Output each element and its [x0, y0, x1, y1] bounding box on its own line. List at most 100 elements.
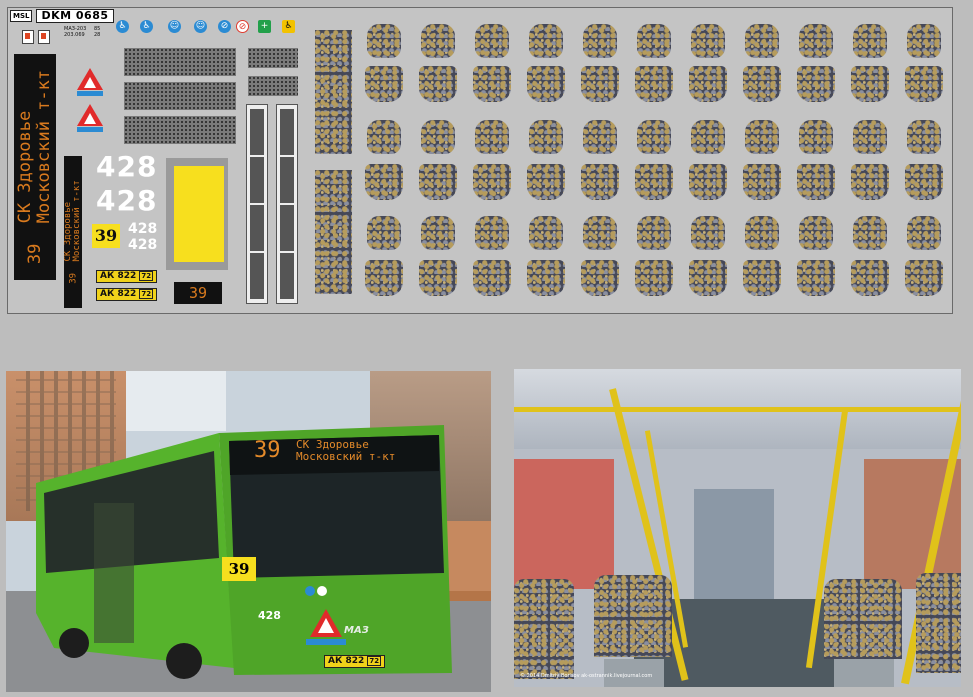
bus-display-route: 39 [254, 438, 281, 463]
seat-cushion-decal [365, 260, 403, 296]
wheelchair-icon: ♿ [116, 20, 129, 33]
seat-back-decal [799, 120, 833, 154]
seat-cushion-decal [581, 260, 619, 296]
person-icon: ☺ [194, 20, 207, 33]
seat-cushion-decal [473, 164, 511, 200]
grille-decal [124, 116, 236, 144]
seat-cushion-decal [473, 66, 511, 102]
seat-back-decal [637, 216, 671, 250]
overhead-rail [514, 407, 961, 412]
seat-back-decal [799, 24, 833, 58]
seat-back-decal [367, 216, 401, 250]
seat-cushion-decal [743, 260, 781, 296]
route-number: 39 [25, 243, 45, 265]
sheet-code: DKM 0685 [36, 9, 114, 23]
seat-cushion-decal [473, 260, 511, 296]
plate-number: АК 822 [100, 289, 137, 299]
photo-credit: © 2014 Dmitriy Borisov ak-ostrannik.live… [520, 673, 653, 679]
seat-cushion-decal [905, 260, 943, 296]
seat-cushion-decal [527, 66, 565, 102]
door-decal [246, 104, 268, 304]
passenger-seat [916, 573, 961, 673]
sheet-header: MSL DKM 0685 [10, 9, 114, 23]
plate-number: АК 822 [100, 271, 137, 281]
seat-cushion-decal [851, 66, 889, 102]
seat-back-decal [367, 120, 401, 154]
tiny-text-2: 203.069 [64, 32, 85, 38]
red-sign-icon [22, 30, 34, 44]
bus-brand-badge: МАЗ [344, 625, 369, 636]
route-sign-vertical-small: 39 СК Здоровье Московский т-кт [64, 156, 82, 308]
route-number-plate: 39 [92, 224, 120, 248]
license-plate: АК 822 72 [96, 288, 158, 301]
seat-back-decal [691, 216, 725, 250]
route-sign-text: 39 СК Здоровье Московский т-кт [15, 69, 54, 265]
passenger-seat [824, 579, 902, 659]
rear-window [694, 489, 774, 599]
route-display-small: 39 [174, 282, 222, 304]
route-number-small: 39 [68, 272, 79, 284]
bus-plate-region: 72 [367, 656, 382, 666]
plate-region: 72 [139, 289, 154, 299]
wheelchair-icon: ♿ [140, 20, 153, 33]
bus-license-plate: АК 822 72 [324, 655, 386, 668]
yellow-panel-frame [166, 158, 228, 270]
bus-interior-photo: © 2014 Dmitriy Borisov ak-ostrannik.live… [514, 369, 961, 687]
seat-cushion-decal [689, 260, 727, 296]
seat-fabric-strip [315, 30, 352, 154]
seat-back-decal [421, 24, 455, 58]
seat-back-decal [745, 24, 779, 58]
route-line-2-small: Московский т-кт [72, 180, 82, 262]
bus-display-line-2: Московский т-кт [296, 450, 396, 463]
transport-logo-icon [77, 68, 103, 96]
seat-cushion-decal [635, 66, 673, 102]
seat-back-decal [637, 24, 671, 58]
seat-cushion-decal [797, 66, 835, 102]
bus-display-destination: СК Здоровье Московский т-кт [296, 439, 395, 463]
red-sign-icon [38, 30, 50, 44]
seat-back-decal [853, 24, 887, 58]
seat-cushion-decal [365, 66, 403, 102]
seat-back-decal [529, 120, 563, 154]
seat-cushion-decal [905, 164, 943, 200]
seat-back-decal [691, 120, 725, 154]
seat-back-decal [475, 24, 509, 58]
seat-back-decal [529, 216, 563, 250]
bus-front-photo: 39 СК Здоровье Московский т-кт 39 428 МА… [6, 371, 491, 692]
route-line-2: Московский т-кт [34, 69, 54, 224]
grille-decal-small [248, 48, 298, 68]
seat-cushion-decal [851, 164, 889, 200]
tiny-numbers: 85 28 [94, 26, 100, 38]
seat-back-decal [799, 216, 833, 250]
no-smoking-icon: ⊘ [218, 20, 231, 33]
seat-back-decal [583, 120, 617, 154]
seat-shell [834, 659, 894, 687]
bus-plate-number: АК 822 [328, 656, 365, 666]
decal-sheet: MSL DKM 0685 МАЗ-203 203.069 85 28 ♿ ♿ ☺… [7, 7, 953, 314]
seat-back-decal [475, 120, 509, 154]
seat-back-decal [853, 120, 887, 154]
grille-decal [124, 48, 236, 76]
person-icon: ☺ [168, 20, 181, 33]
seat-back-decal [529, 24, 563, 58]
yellow-panel [174, 166, 224, 262]
seat-cushion-decal [689, 164, 727, 200]
seat-cushion-decal [797, 260, 835, 296]
seat-cushion-decal [419, 66, 457, 102]
seat-cushion-decal [851, 260, 889, 296]
brand-logo: MSL [10, 10, 33, 22]
windshield-route-plate: 39 [222, 557, 256, 581]
window-left [514, 459, 614, 589]
seat-back-decal [583, 216, 617, 250]
no-smoking-icon: ⊘ [236, 20, 249, 33]
seat-cushion-decal [797, 164, 835, 200]
seat-back-decal [907, 216, 941, 250]
seat-back-decal [475, 216, 509, 250]
grille-decal-small [248, 76, 298, 96]
seat-cushion-decal [419, 164, 457, 200]
tiny-num-2: 28 [94, 32, 101, 38]
seat-cushion-decal [527, 260, 565, 296]
seat-back-decal [637, 120, 671, 154]
seat-cushion-decal [905, 66, 943, 102]
first-aid-icon: + [258, 20, 271, 33]
